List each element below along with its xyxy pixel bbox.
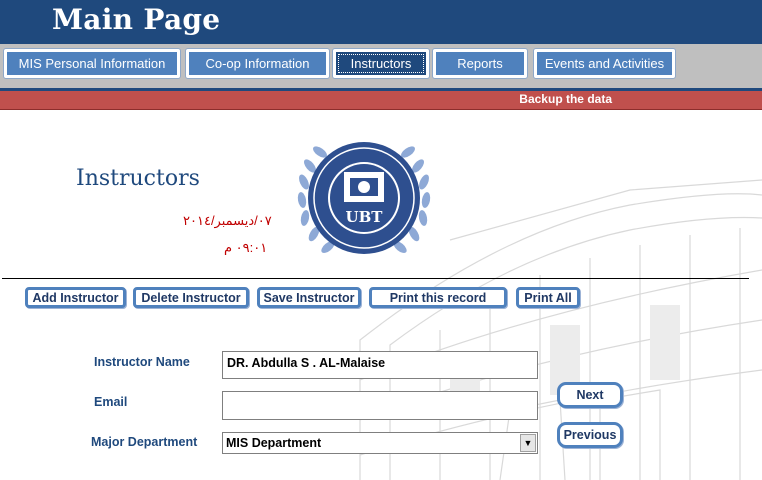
page-title: Instructors xyxy=(76,166,200,191)
major-department-select[interactable]: MIS Department ▼ xyxy=(222,432,538,454)
current-date: ٠٧/ديسمبر/٢٠١٤ xyxy=(183,213,272,228)
tab-mis-personal-information[interactable]: MIS Personal Information xyxy=(3,48,181,79)
delete-instructor-button[interactable]: Delete Instructor xyxy=(133,287,249,308)
instructor-name-input[interactable]: DR. Abdulla S . AL-Malaise xyxy=(222,351,538,379)
current-time: ٠٩:٠١ م xyxy=(224,240,268,255)
major-department-value: MIS Department xyxy=(226,436,322,450)
tab-instructors[interactable]: Instructors xyxy=(332,48,430,79)
section-divider xyxy=(2,278,749,279)
app-header: Main Page xyxy=(0,0,762,44)
email-input[interactable] xyxy=(222,391,538,420)
main-page-title: Main Page xyxy=(52,3,221,36)
tab-events-and-activities[interactable]: Events and Activities xyxy=(533,48,676,79)
backup-bar: Backup the data xyxy=(0,88,762,110)
next-button[interactable]: Next xyxy=(557,382,623,408)
backup-data-link[interactable]: Backup the data xyxy=(519,92,612,106)
major-department-label: Major Department xyxy=(91,435,198,449)
print-all-button[interactable]: Print All xyxy=(516,287,580,308)
add-instructor-button[interactable]: Add Instructor xyxy=(25,287,126,308)
logo-text: UBT xyxy=(346,208,384,226)
save-instructor-button[interactable]: Save Instructor xyxy=(257,287,361,308)
email-label: Email xyxy=(94,395,128,409)
tab-reports[interactable]: Reports xyxy=(432,48,528,79)
print-this-record-button[interactable]: Print this record xyxy=(369,287,507,308)
chevron-down-icon[interactable]: ▼ xyxy=(520,434,536,452)
previous-button[interactable]: Previous xyxy=(557,422,623,448)
university-logo: UBT xyxy=(297,142,431,254)
tab-bar: MIS Personal Information Co-op Informati… xyxy=(0,44,762,88)
instructor-name-label: Instructor Name xyxy=(94,355,190,369)
tab-co-op-information[interactable]: Co-op Information xyxy=(185,48,330,79)
